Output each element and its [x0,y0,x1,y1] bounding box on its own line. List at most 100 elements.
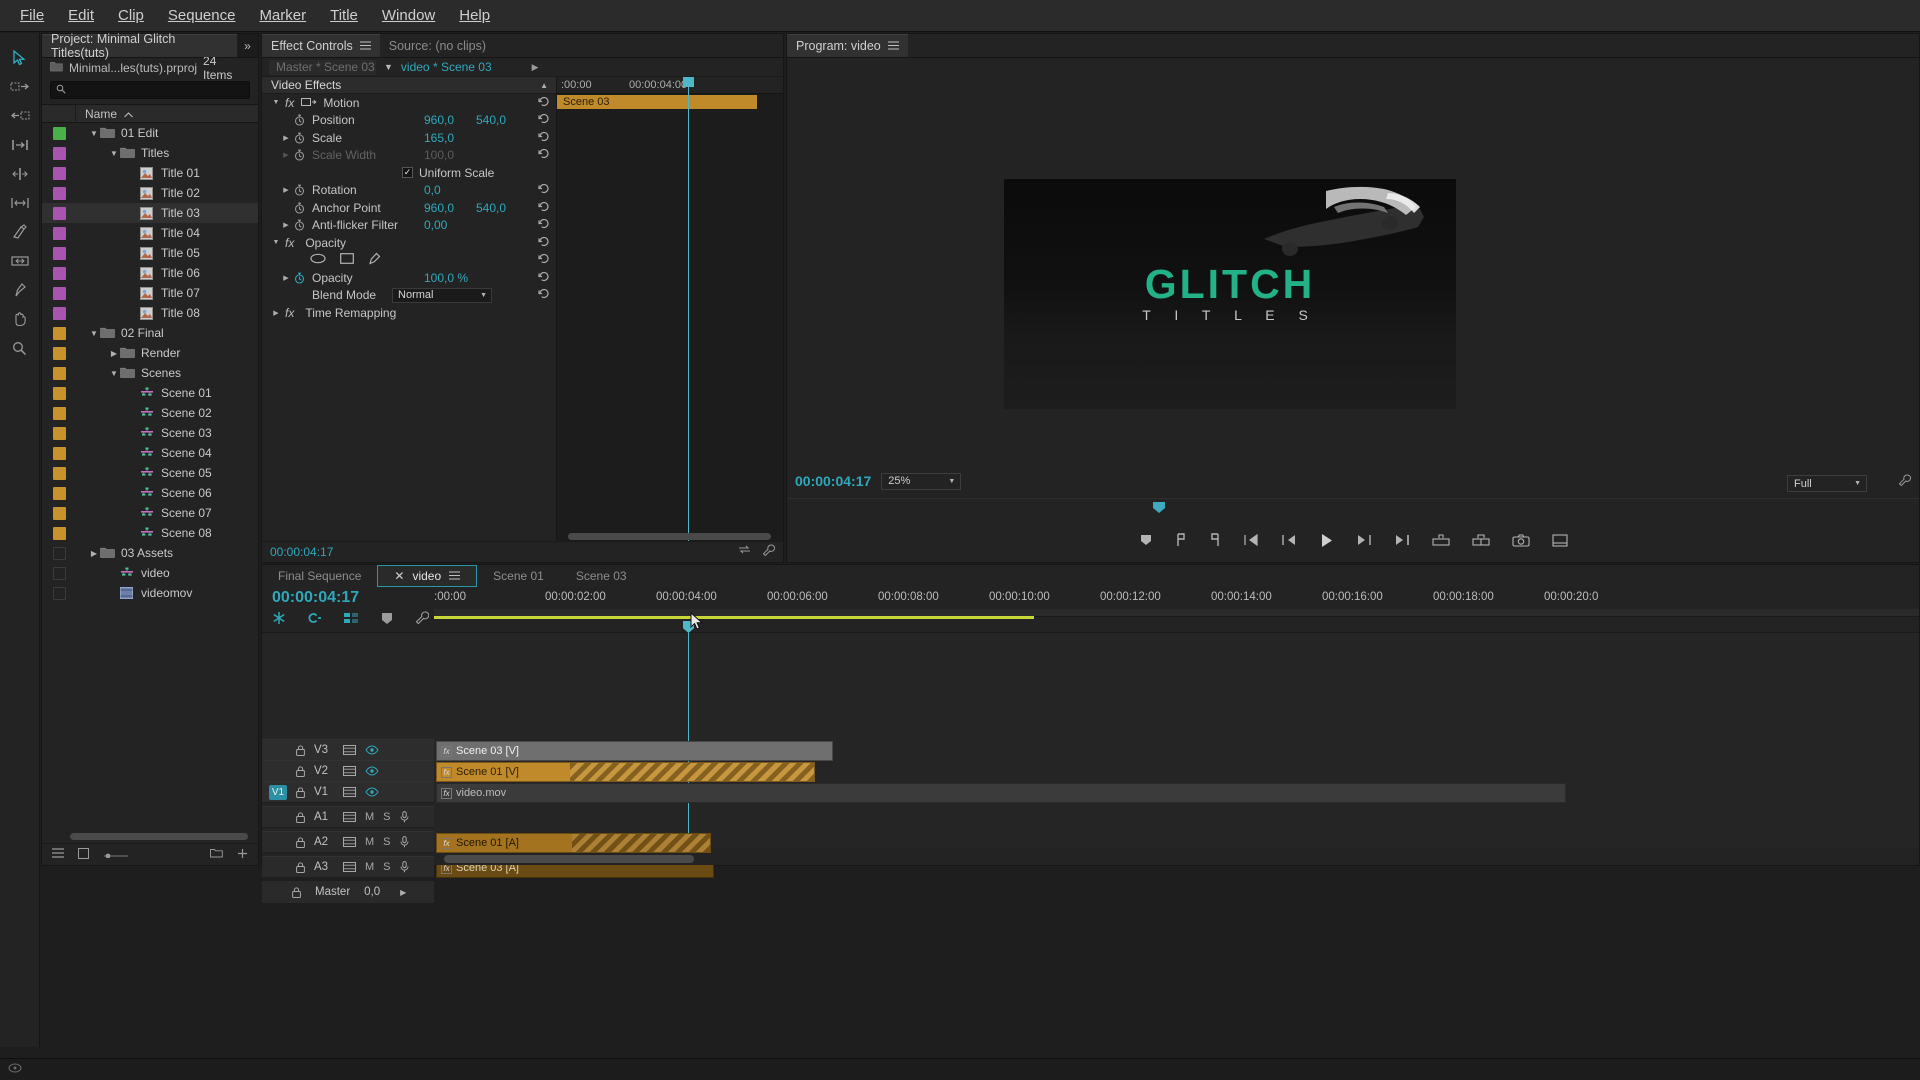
disclosure-triangle-right-icon[interactable]: ▶ [88,549,100,558]
label-color-swatch[interactable] [53,166,66,180]
mark-out-button[interactable] [1209,533,1221,547]
stopwatch-icon[interactable] [292,202,306,214]
effect-controls-timeline[interactable]: :00:00 00:00:04:00 Scene 03 [556,77,783,544]
timeline-work-area-bar[interactable] [434,616,1034,619]
reset-parameter-button[interactable] [538,201,550,215]
play-stop-button[interactable] [1319,533,1334,548]
track-header-a1[interactable]: A1 M S [262,806,434,828]
timeline-tick-strip[interactable] [434,609,1919,619]
zoom-tool[interactable] [5,335,35,361]
reset-parameter-button[interactable] [538,148,550,162]
label-color-swatch[interactable] [53,126,66,140]
ec-horizontal-scrollbar[interactable] [556,532,783,541]
parameter-value-x[interactable]: 0,0 [424,183,476,197]
label-color-swatch[interactable] [53,206,66,220]
label-color-swatch[interactable] [53,326,66,340]
go-to-in-button[interactable] [1243,534,1259,546]
track-select-backward-tool[interactable] [5,103,35,129]
project-tree-row[interactable]: Title 03 [42,203,258,223]
label-color-swatch[interactable] [53,426,66,440]
add-marker-button[interactable] [1139,534,1153,546]
rolling-edit-tool[interactable] [5,161,35,187]
extract-button[interactable] [1471,533,1490,547]
project-horizontal-scrollbar[interactable] [42,832,258,841]
export-frame-button[interactable] [1511,534,1530,547]
track-m-button[interactable]: M [365,811,374,823]
mark-in-button[interactable] [1175,533,1187,547]
project-tree-row[interactable]: Title 06 [42,263,258,283]
project-tree-row[interactable]: Scene 01 [42,383,258,403]
stopwatch-icon[interactable] [292,272,306,284]
project-tree-row[interactable]: Title 02 [42,183,258,203]
effect-parameter-row[interactable]: ▶ Scale Width 100,0 [262,147,556,165]
label-color-swatch[interactable] [53,386,66,400]
parameter-disclosure-icon[interactable]: ▶ [280,151,292,159]
disclosure-triangle-down-icon[interactable]: ▼ [108,149,120,158]
project-tree-row[interactable]: Scene 06 [42,483,258,503]
stopwatch-icon[interactable] [292,132,306,144]
tab-effect-controls[interactable]: Effect Controls [262,34,380,57]
timeline-tracks[interactable]: V3 V2 V1 V1 A1 M S A2 M S A3 M S Master 0,0 ▶ fx Scene 03… [262,621,1919,903]
menu-file[interactable]: File [8,3,56,28]
reset-parameter-button[interactable] [538,271,550,285]
ec-play-only-clip-button[interactable]: ▶ [532,62,539,73]
toggle-sync-icon[interactable] [343,787,356,797]
label-color-swatch[interactable] [53,186,66,200]
label-color-swatch[interactable] [53,466,66,480]
ec-clip-bar-item[interactable]: Scene 03 [557,95,757,109]
lock-icon[interactable] [292,886,301,898]
parameter-value-x[interactable]: 960,0 [424,201,476,215]
rate-stretch-tool[interactable] [5,190,35,216]
project-tree-row[interactable]: ▼ 01 Edit [42,123,258,143]
parameter-value-x[interactable]: 100,0 % [424,271,476,285]
timeline-scroll-thumb[interactable] [444,855,694,863]
program-monitor-timecode[interactable]: 00:00:04:17 [795,473,871,489]
master-track-value[interactable]: 0,0 [364,886,380,898]
parameter-disclosure-icon[interactable]: ▶ [280,186,292,194]
master-expand-icon[interactable]: ▶ [400,888,406,897]
project-tree-row[interactable]: Title 01 [42,163,258,183]
ripple-edit-tool[interactable] [5,132,35,158]
toggle-sync-icon[interactable] [343,766,356,776]
label-color-swatch[interactable] [53,586,66,600]
group-disclosure-icon[interactable]: ▼ [270,239,282,246]
menu-marker[interactable]: Marker [247,3,318,28]
timeline-tab[interactable]: Scene 01 [477,565,560,587]
go-to-out-button[interactable] [1394,534,1410,546]
program-monitor-stage[interactable]: GLITCH T I T L E S [787,59,1919,452]
collapse-icon[interactable]: ▲ [540,81,548,90]
effect-parameter-row[interactable]: Position 960,0 540,0 [262,112,556,130]
lock-icon[interactable] [296,836,305,848]
parameter-disclosure-icon[interactable]: ▶ [280,221,292,229]
parameter-disclosure-icon[interactable]: ▶ [280,134,292,142]
project-tree-row[interactable]: Scene 02 [42,403,258,423]
ec-wrench-icon[interactable] [762,544,776,560]
disclosure-triangle-down-icon[interactable]: ▼ [108,369,120,378]
pen-mask-icon[interactable] [368,252,382,268]
column-header-name[interactable]: Name [76,107,133,121]
rect-mask-icon[interactable] [340,253,354,267]
effect-parameter-row[interactable]: Anchor Point 960,0 540,0 [262,199,556,217]
label-color-swatch[interactable] [53,446,66,460]
uniform-scale-checkbox[interactable]: ✓ [402,167,413,179]
master-track-header[interactable]: Master 0,0 ▶ [262,881,434,903]
label-color-swatch[interactable] [53,226,66,240]
effect-parameter-row[interactable]: ▶ Scale 165,0 [262,129,556,147]
parameter-disclosure-icon[interactable]: ▶ [280,274,292,282]
timeline-clip[interactable]: fx Scene 01 [V] [436,762,815,782]
selection-tool[interactable] [5,45,35,71]
label-color-swatch[interactable] [53,366,66,380]
label-color-swatch[interactable] [53,546,66,560]
project-tree-row[interactable]: videomov [42,583,258,603]
pm-settings-wrench-icon[interactable] [1898,474,1912,490]
program-monitor-playhead[interactable] [1153,502,1165,513]
ec-loop-playback-icon[interactable] [737,544,752,560]
menu-sequence[interactable]: Sequence [156,3,248,28]
reset-parameter-button[interactable] [538,113,550,127]
lock-icon[interactable] [296,786,305,798]
project-tree-row[interactable]: ▶ Render [42,343,258,363]
ellipse-mask-icon[interactable] [310,253,326,267]
ec-playhead[interactable] [683,77,694,544]
timeline-clip[interactable]: fx video.mov [436,783,1566,803]
track-header-a3[interactable]: A3 M S [262,856,434,878]
